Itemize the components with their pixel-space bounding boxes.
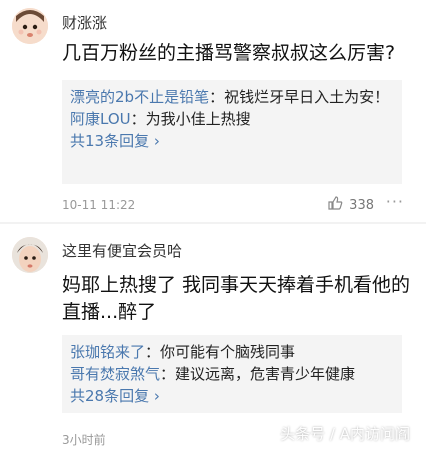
more-dots-icon[interactable]: ··· <box>386 192 404 211</box>
comment-item: 这里有便宜会员哈 妈耶上热搜了 我同事天天捧着手机看他的直播...醉了 张珈铭来… <box>0 225 426 456</box>
reply-username[interactable]: 张珈铭来了 <box>70 343 145 361</box>
reply-username[interactable]: 哥有焚寂煞气 <box>70 365 160 383</box>
avatar[interactable] <box>12 237 48 273</box>
thumbs-up-icon <box>327 195 343 215</box>
username[interactable]: 财涨涨 <box>62 12 107 33</box>
reply-text: ：建议远离，危害青少年健康 <box>160 365 356 383</box>
reply-item[interactable]: 漂亮的2b不止是铅笔：祝钱烂牙早日入土为安！ <box>70 86 394 108</box>
reply-username[interactable]: 漂亮的2b不止是铅笔 <box>70 88 209 106</box>
like-count: 338 <box>349 197 374 213</box>
more-replies-link[interactable]: 共28条回复 › <box>70 385 394 407</box>
comment-content: 妈耶上热搜了 我同事天天捧着手机看他的直播...醉了 <box>62 274 411 323</box>
avatar[interactable] <box>12 8 48 44</box>
reply-text: ：祝钱烂牙早日入土为安！ <box>209 88 390 106</box>
reply-text: ：你可能有个脑残同事 <box>145 343 296 361</box>
reply-item[interactable]: 阿康LOU：为我小佳上热搜 <box>70 108 394 130</box>
comment-item: 财涨涨 几百万粉丝的主播骂警察叔叔这么厉害? 漂亮的2b不止是铅笔：祝钱烂牙早日… <box>0 0 426 225</box>
more-replies-link[interactable]: 共13条回复 › <box>70 130 394 152</box>
divider <box>0 222 426 224</box>
username[interactable]: 这里有便宜会员哈 <box>62 240 182 261</box>
reply-text: ：为我小佳上热搜 <box>130 110 251 128</box>
watermark: 头条号 / A内访问阎 <box>280 425 410 443</box>
timestamp: 10-11 11:22 <box>62 198 136 212</box>
reply-item[interactable]: 张珈铭来了：你可能有个脑残同事 <box>70 341 394 363</box>
reply-username[interactable]: 阿康LOU <box>70 110 131 128</box>
like-button[interactable]: 338 <box>327 195 374 215</box>
comment-content: 几百万粉丝的主播骂警察叔叔这么厉害? <box>62 42 396 64</box>
timestamp: 3小时前 <box>62 433 106 447</box>
reply-box[interactable]: 漂亮的2b不止是铅笔：祝钱烂牙早日入土为安！ 阿康LOU：为我小佳上热搜 共13… <box>62 80 402 184</box>
reply-box[interactable]: 张珈铭来了：你可能有个脑残同事 哥有焚寂煞气：建议远离，危害青少年健康 共28条… <box>62 335 402 413</box>
reply-item[interactable]: 哥有焚寂煞气：建议远离，危害青少年健康 <box>70 363 394 385</box>
